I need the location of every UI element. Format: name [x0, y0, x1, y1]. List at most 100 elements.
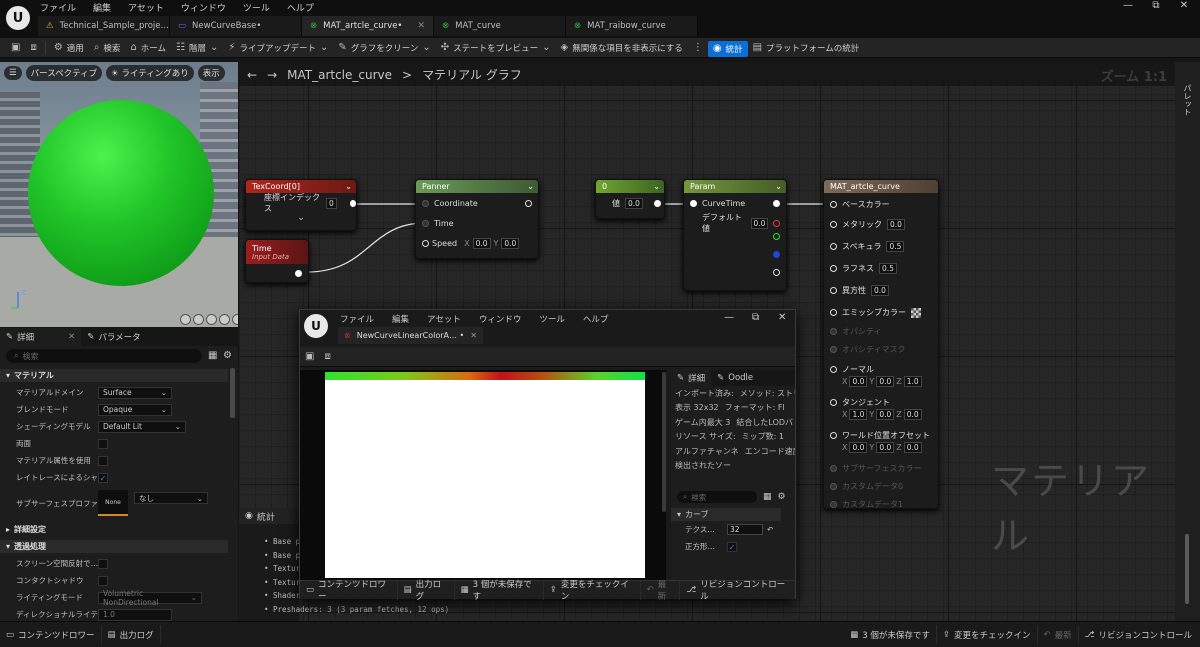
close-tab-icon[interactable]: ✕: [417, 21, 425, 31]
input-anisotropy[interactable]: 異方性 0.0: [830, 285, 889, 296]
close-tab-icon[interactable]: ✕: [68, 332, 75, 342]
section-advanced[interactable]: ▸ 詳細設定: [0, 523, 228, 536]
input-base-color[interactable]: ベースカラー: [830, 199, 890, 210]
input-tangent[interactable]: タンジェント X 1.0 Y 0.0 Z 0.0: [830, 397, 922, 420]
node-texcoord[interactable]: TexCoord[0] ⌄ 座標インデックス 0 ⌄: [245, 179, 357, 231]
input-metallic[interactable]: メタリック 0.0: [830, 219, 905, 230]
tab-details[interactable]: ✎ 詳細: [671, 369, 712, 387]
cylinder-shape-icon[interactable]: [180, 314, 191, 325]
section-material[interactable]: ▾ マテリアル: [0, 369, 228, 382]
output-pin[interactable]: [653, 199, 661, 207]
revision-control-button[interactable]: ⎇ リビジョンコントロール: [1079, 625, 1200, 644]
menu-help[interactable]: ヘルプ: [583, 313, 609, 325]
curve-editor-window[interactable]: U ファイル 編集 アセット ウィンドウ ツール ヘルプ — ⧉ ✕ ⊗ NewC…: [299, 309, 796, 602]
node-constant[interactable]: 0 ⌄ 値 0.0: [595, 179, 665, 219]
section-translucency[interactable]: ▾ 透過処理: [0, 540, 228, 553]
subsurface-dropdown[interactable]: なし ⌄: [134, 492, 208, 504]
output-log-button[interactable]: ▤ 出力ログ: [398, 580, 455, 602]
tab-mat-curve[interactable]: ⊗ MAT_curve: [434, 16, 566, 36]
revision-control-button[interactable]: ⎇ リビジョンコントロール: [680, 580, 795, 602]
browse-button[interactable]: ⧈: [319, 347, 335, 367]
maximize-button[interactable]: ⧉: [752, 312, 759, 323]
close-tab-icon[interactable]: ✕: [470, 331, 477, 340]
unsaved-button[interactable]: ▦ 3 個が未保存です: [844, 625, 937, 644]
details-scrollbar[interactable]: [230, 368, 235, 418]
two-sided-checkbox[interactable]: [98, 438, 108, 449]
tab-curve-linear-color[interactable]: ⊗ NewCurveLinearColorA… • ✕: [338, 327, 483, 344]
menu-file[interactable]: ファイル: [40, 1, 76, 14]
input-pin[interactable]: [422, 199, 429, 207]
revert-button[interactable]: ↶ 最新: [641, 580, 681, 602]
curve-texture-preview[interactable]: [300, 370, 666, 580]
node-param[interactable]: Param ⌄ CurveTime デフォルト値 0.0: [683, 179, 787, 291]
output-pin[interactable]: [349, 199, 356, 207]
content-drawer-button[interactable]: ▭ コンテンツドロワー: [300, 580, 398, 602]
palette-label[interactable]: パレット: [1182, 84, 1193, 116]
reset-icon[interactable]: ↶: [767, 525, 773, 534]
input-pin[interactable]: [422, 219, 429, 227]
save-button[interactable]: ▣: [300, 347, 319, 367]
close-window-button[interactable]: ✕: [778, 312, 786, 323]
output-pin-red[interactable]: [773, 219, 780, 227]
menu-asset[interactable]: アセット: [427, 313, 461, 325]
material-preview-viewport[interactable]: ☰ パースペクティブ ☀ ライティングあり 表示 Z Y: [0, 62, 238, 327]
hierarchy-button[interactable]: ☷ 階層 ⌄: [171, 38, 223, 58]
menu-help[interactable]: ヘルプ: [287, 1, 314, 14]
home-button[interactable]: ⌂ ホーム: [125, 38, 171, 58]
curve-details-search[interactable]: ⌕ 検索: [677, 491, 757, 503]
speed-x-input[interactable]: 0.0: [472, 237, 491, 249]
coordinate-index-input[interactable]: 0: [325, 197, 337, 209]
more-options-icon[interactable]: ⋮: [688, 38, 708, 58]
menu-file[interactable]: ファイル: [340, 313, 374, 325]
input-emissive-color[interactable]: エミッシブカラー: [830, 307, 921, 318]
search-button[interactable]: ⌕ 検索: [89, 38, 126, 58]
shading-model-dropdown[interactable]: Default Lit ⌄: [98, 420, 186, 433]
browse-button[interactable]: ⧈: [25, 38, 41, 58]
material-domain-dropdown[interactable]: Surface ⌄: [98, 386, 172, 399]
tab-new-curve-base[interactable]: ▭ NewCurveBase•: [170, 16, 302, 36]
input-normal[interactable]: ノーマル X 0.0 Y 0.0 Z 1.0: [830, 364, 922, 387]
menu-tools[interactable]: ツール: [539, 313, 565, 325]
output-pin[interactable]: [295, 270, 302, 277]
clean-graph-button[interactable]: ✎ グラフをクリーン ⌄: [333, 38, 435, 58]
checker-swatch-icon[interactable]: [911, 307, 921, 318]
cube-shape-icon[interactable]: [219, 314, 230, 325]
output-pin-white[interactable]: [773, 199, 780, 207]
graph-scrollbar[interactable]: [1185, 534, 1189, 604]
menu-edit[interactable]: 編集: [93, 1, 111, 14]
mesh-shape-icon[interactable]: [232, 314, 238, 325]
hide-unrelated-button[interactable]: ◈ 無関係な項目を非表示にする: [556, 38, 688, 58]
palette-sidebar[interactable]: パレット: [1175, 62, 1200, 621]
default-value-input[interactable]: 0.0: [750, 217, 769, 229]
subsurface-thumbnail[interactable]: None: [98, 490, 128, 516]
input-pin[interactable]: [422, 239, 429, 247]
output-pin-blue[interactable]: [773, 251, 780, 258]
settings-gear-icon[interactable]: ⚙: [778, 492, 786, 502]
node-panner[interactable]: Panner ⌄ Coordinate Time Speed X 0.0 Y 0.0: [415, 179, 539, 259]
save-button[interactable]: ▣: [6, 38, 25, 58]
content-drawer-button[interactable]: ▭ コンテンツドロワー: [0, 625, 102, 644]
platform-stats-button[interactable]: ▤ プラットフォームの統計: [748, 38, 865, 58]
square-checkbox[interactable]: ✓: [727, 541, 737, 552]
show-button[interactable]: 表示: [197, 65, 225, 81]
tab-mat-artcle-curve[interactable]: ⊗ MAT_artcle_curve• ✕: [302, 16, 434, 36]
menu-asset[interactable]: アセット: [128, 1, 164, 14]
tab-oodle[interactable]: ✎ Oodle: [711, 369, 759, 387]
input-world-position-offset[interactable]: ワールド位置オフセット X 0.0 Y 0.0 Z 0.0: [830, 430, 930, 453]
output-log-button[interactable]: ▤ 出力ログ: [102, 625, 161, 644]
tab-project[interactable]: ⚠ Technical_Sample_proje…: [38, 16, 170, 36]
section-curve[interactable]: ▾ カーブ: [671, 508, 781, 521]
menu-window[interactable]: ウィンドウ: [479, 313, 522, 325]
use-material-attributes-checkbox[interactable]: [98, 455, 108, 466]
live-update-button[interactable]: ⚡ ライブアップデート ⌄: [223, 38, 333, 58]
lit-mode-button[interactable]: ☀ ライティングあり: [106, 65, 194, 81]
close-window-button[interactable]: ✕: [1170, 0, 1198, 14]
table-view-icon[interactable]: ▦: [208, 350, 217, 361]
unreal-logo-icon[interactable]: U: [6, 6, 30, 30]
minimize-button[interactable]: —: [724, 312, 734, 323]
perspective-button[interactable]: パースペクティブ: [25, 65, 103, 81]
directional-lighting-input[interactable]: 1.0: [98, 608, 172, 621]
output-pin-alpha[interactable]: [773, 269, 780, 276]
settings-gear-icon[interactable]: ⚙: [223, 350, 232, 361]
raytraced-shadows-checkbox[interactable]: ✓: [98, 472, 108, 483]
